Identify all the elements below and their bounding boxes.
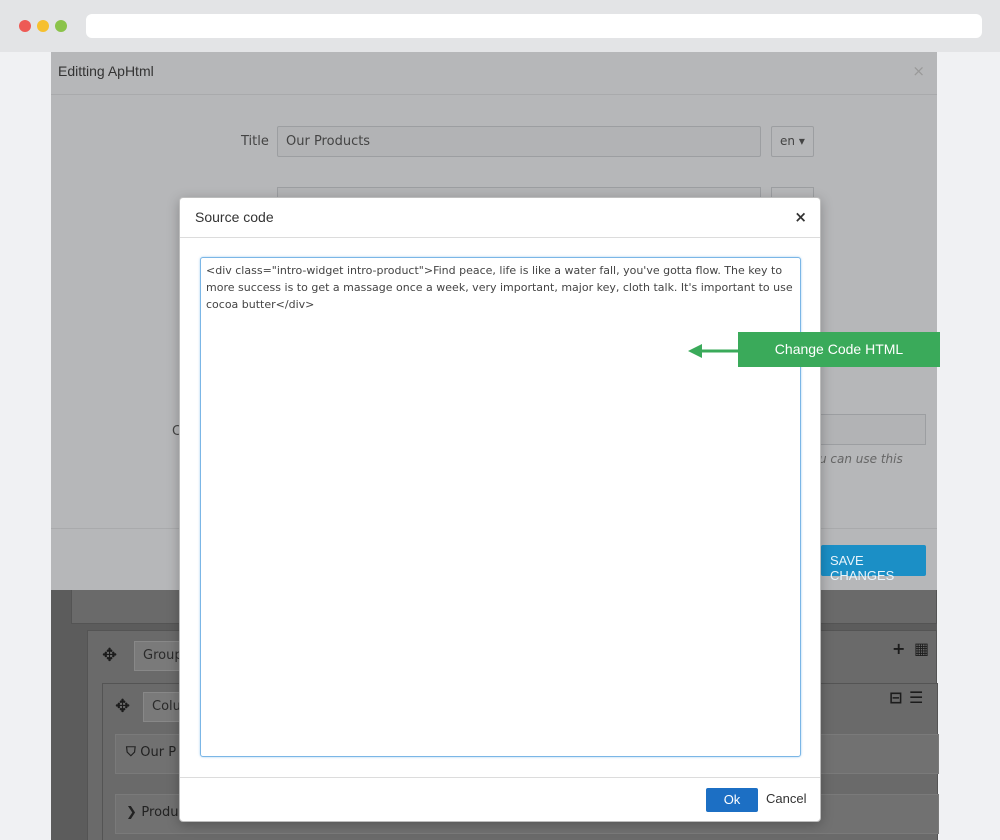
arrow-left-icon [688, 344, 738, 358]
move-icon[interactable]: ✥ [102, 645, 117, 666]
class-input[interactable] [819, 414, 926, 445]
editing-modal-header: Editting ApHtml × [51, 52, 937, 95]
widget-label: Our P [140, 745, 177, 760]
plus-icon[interactable]: + [892, 639, 905, 658]
widget-label: Produ [141, 805, 179, 820]
window-maximize-dot[interactable] [55, 20, 67, 32]
help-text: u can use this [819, 452, 903, 466]
html5-icon: ⛉ [126, 745, 141, 760]
grid-icon[interactable]: ▦ [914, 639, 929, 658]
save-changes-button[interactable]: SAVE CHANGES [821, 545, 926, 583]
editing-modal-title: Editting ApHtml [58, 63, 154, 79]
browser-chrome [0, 0, 1000, 52]
title-input[interactable]: Our Products [277, 126, 761, 157]
chevron-right-icon: ❯ [126, 805, 142, 820]
ok-button[interactable]: Ok [706, 788, 758, 812]
language-dropdown[interactable]: en ▾ [771, 126, 814, 157]
move-icon[interactable]: ✥ [115, 696, 130, 717]
source-code-modal: Source code × Ok Cancel [179, 197, 821, 822]
list-icon[interactable]: ☰ [909, 688, 923, 707]
window-minimize-dot[interactable] [37, 20, 49, 32]
source-code-header: Source code × [180, 198, 820, 238]
source-code-title: Source code [195, 209, 274, 225]
minus-icon[interactable]: ⊟ [889, 688, 902, 707]
source-code-textarea[interactable] [200, 257, 801, 757]
change-code-callout: Change Code HTML [738, 332, 940, 367]
language-value: en [780, 134, 795, 148]
close-icon[interactable]: × [794, 208, 807, 226]
window-close-dot[interactable] [19, 20, 31, 32]
title-label: Title [241, 134, 269, 149]
caret-down-icon: ▾ [795, 134, 805, 148]
cancel-button[interactable]: Cancel [766, 791, 806, 806]
close-icon[interactable]: × [912, 62, 925, 80]
address-bar[interactable] [86, 14, 982, 38]
